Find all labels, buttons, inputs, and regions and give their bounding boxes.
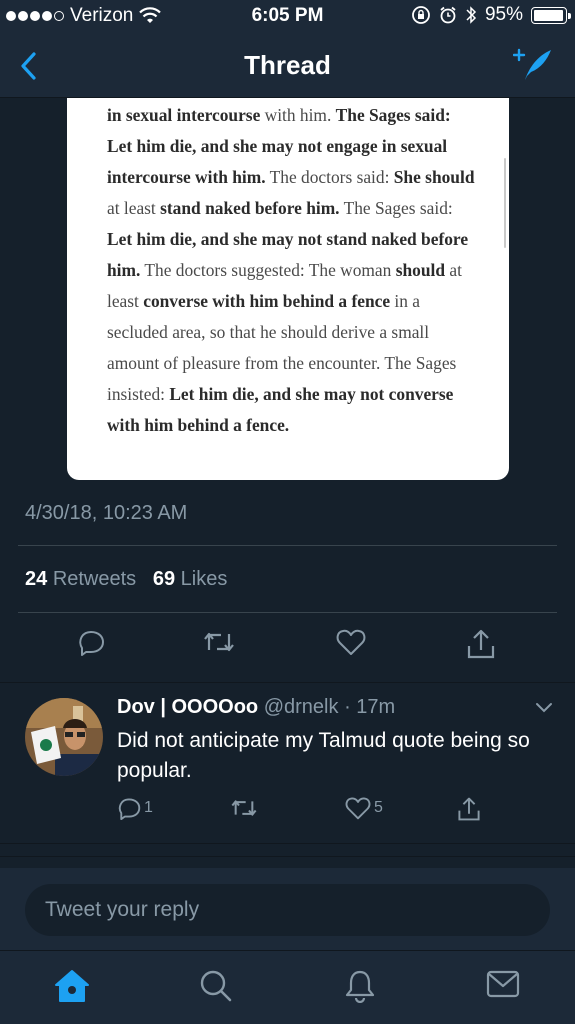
tweet-image[interactable]: in sexual intercourse with him. The Sage… <box>67 98 509 480</box>
home-icon[interactable] <box>54 969 90 1003</box>
quote-segment: converse with him behind a fence <box>143 291 391 311</box>
quote-segment: stand naked before him. <box>160 198 340 218</box>
retweets-link[interactable]: 24 Retweets <box>25 568 136 590</box>
bluetooth-icon <box>466 6 477 24</box>
reply-reply-count: 1 <box>144 799 153 816</box>
divider <box>18 612 557 613</box>
quote-segment: in sexual intercourse <box>107 105 261 125</box>
notifications-icon[interactable] <box>344 969 376 1003</box>
heart-icon <box>345 797 371 820</box>
likes-link[interactable]: 69 Likes <box>153 568 228 590</box>
reply-reply-button[interactable]: 1 <box>117 796 153 820</box>
compose-tweet-icon[interactable] <box>513 46 553 82</box>
retweet-icon <box>231 800 257 816</box>
quote-segment: with him. <box>260 105 336 125</box>
quote-segment: The doctors said: <box>265 167 394 187</box>
image-edge <box>504 158 506 248</box>
status-bar: Verizon 6:05 PM 95% <box>0 0 575 32</box>
share-icon[interactable] <box>466 628 496 660</box>
nav-bar: Thread <box>0 32 575 98</box>
battery-percent: 95% <box>484 4 523 25</box>
tweet-actions <box>0 628 575 668</box>
reply-retweet-button[interactable] <box>229 796 259 820</box>
orientation-lock-icon <box>412 6 430 24</box>
reply-share-button[interactable] <box>457 796 481 822</box>
tweet-timestamp: 4/30/18, 10:23 AM <box>25 502 188 524</box>
retweet-icon[interactable] <box>201 628 237 656</box>
reply-icon <box>118 798 141 820</box>
chevron-down-icon[interactable] <box>535 702 553 714</box>
avatar[interactable] <box>25 698 103 776</box>
divider <box>0 843 575 857</box>
share-icon <box>458 797 480 821</box>
reply-actions: 1 5 <box>117 796 537 826</box>
messages-icon[interactable] <box>486 969 520 999</box>
reply-tweet[interactable]: Dov | OOOOoo @drnelk · 17m Did not antic… <box>0 684 575 840</box>
image-quote-text: in sexual intercourse with him. The Sage… <box>107 100 479 441</box>
reply-handle[interactable]: @drnelk <box>264 696 339 718</box>
reply-header: Dov | OOOOoo @drnelk · 17m <box>117 696 395 719</box>
heart-icon[interactable] <box>336 628 366 656</box>
divider <box>18 545 557 546</box>
alarm-icon <box>440 6 456 24</box>
tab-bar <box>0 950 575 1024</box>
tweet-stats: 24 Retweets 69 Likes <box>25 568 227 591</box>
reply-display-name[interactable]: Dov | OOOOoo <box>117 696 258 718</box>
battery-icon <box>531 6 571 24</box>
quote-segment: at least <box>107 198 161 218</box>
likes-count: 69 <box>152 568 176 590</box>
reply-input[interactable] <box>25 884 550 936</box>
page-title: Thread <box>244 50 331 80</box>
retweets-count: 24 <box>25 568 48 590</box>
quote-segment: She should <box>393 167 475 187</box>
divider <box>0 682 575 683</box>
reply-time: · 17m <box>344 696 396 718</box>
search-icon[interactable] <box>199 969 233 1003</box>
reply-text: Did not anticipate my Talmud quote being… <box>117 729 530 782</box>
reply-composer <box>0 868 575 950</box>
retweets-label: Retweets <box>52 568 137 590</box>
likes-label: Likes <box>180 568 228 590</box>
reply-icon[interactable] <box>77 628 105 656</box>
quote-segment: The doctors suggested: The woman <box>140 260 396 280</box>
quote-segment: should <box>395 260 445 280</box>
quote-segment: The Sages said: <box>339 198 453 218</box>
reply-like-button[interactable]: 5 <box>345 796 383 820</box>
reply-like-count: 5 <box>374 799 383 816</box>
